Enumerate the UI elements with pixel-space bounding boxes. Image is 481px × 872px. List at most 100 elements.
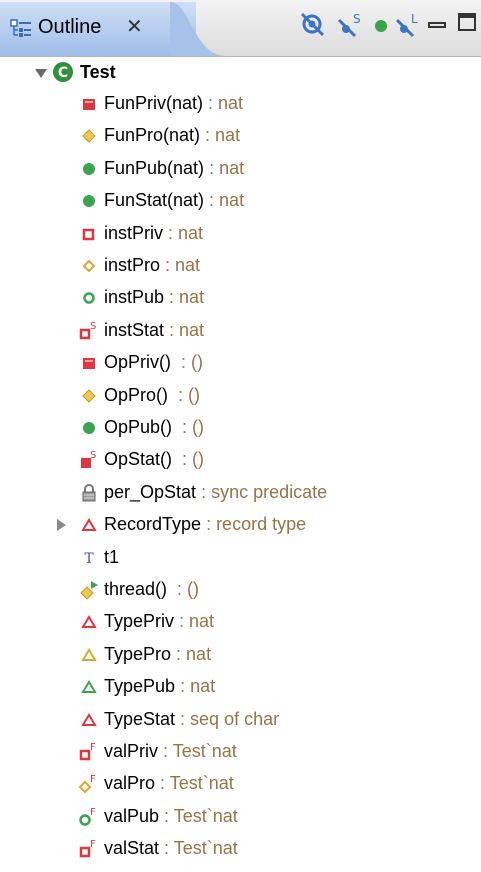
public-instance-variable-icon	[78, 287, 100, 309]
tree-item-label: FunPro(nat) : nat	[104, 124, 240, 146]
tree-item-name: instPriv	[104, 222, 164, 243]
tree-item-name: t1	[104, 546, 120, 567]
tree-item-type: : nat	[171, 643, 212, 664]
tree-item-type: : nat	[164, 319, 205, 340]
tree-item-name: instPro	[104, 255, 161, 275]
tree-item-label: OpPriv() : ()	[104, 351, 203, 373]
tree-item-type: : nat	[163, 222, 204, 243]
protected-type-icon	[78, 644, 100, 666]
tree-item-label: TypePub : nat	[104, 675, 215, 697]
tree-item-name: FunPro(nat)	[104, 125, 201, 146]
private-value-icon: F	[78, 741, 100, 763]
svg-text:F: F	[90, 742, 96, 753]
tree-item-name: TypePriv	[104, 611, 175, 632]
svg-text:S: S	[90, 321, 96, 332]
static-type-icon	[78, 709, 100, 731]
private-function-icon	[78, 93, 100, 115]
tree-item-label: OpStat() : ()	[104, 448, 204, 470]
collapse-toggle-icon[interactable]	[54, 518, 68, 532]
tree-item-name: valStat	[104, 838, 160, 859]
tree-item-label: valStat : Test`nat	[104, 837, 238, 859]
tree-item-name: instPub	[104, 287, 165, 308]
svg-text:F: F	[90, 774, 96, 785]
svg-text:F: F	[90, 839, 96, 850]
tree-item-name: TypePro	[104, 643, 172, 664]
tree-item-label: TypePro : nat	[104, 643, 211, 665]
record-type-icon	[78, 514, 100, 536]
tree-item-label: FunPub(nat) : nat	[104, 157, 244, 179]
tree-item-name: instStat	[104, 319, 165, 340]
tree-item-name: TypeStat	[104, 708, 176, 729]
tree-item-name: per_OpStat	[104, 481, 197, 502]
tree-item-label: instStat : nat	[104, 319, 204, 341]
static-value-icon: F	[78, 838, 100, 860]
outline-tab-title: Outline	[38, 16, 102, 38]
protected-function-icon	[78, 125, 100, 147]
svg-text:F: F	[90, 807, 96, 818]
tree-item-name: valPro	[104, 773, 156, 794]
tree-item-type: : ()	[172, 417, 205, 437]
tree-item-name: OpPro()	[104, 384, 169, 405]
lock-icon	[78, 482, 100, 504]
static-operation-icon: S	[78, 449, 100, 471]
tree-item-name: FunStat(nat)	[104, 190, 205, 211]
outline-icon	[10, 18, 32, 40]
hide-fields-icon[interactable]	[300, 10, 326, 38]
static-instance-variable-icon: S	[78, 320, 100, 342]
tree-item-type: : nat	[160, 255, 201, 275]
tree-item-type: : nat	[203, 93, 244, 113]
tree-item-type: : nat	[204, 190, 245, 211]
tree-item-name: OpStat()	[104, 449, 173, 470]
tree-item-type: : nat	[200, 125, 241, 146]
close-tab-button[interactable]: ✕	[126, 14, 143, 39]
tree-item-type: : record type	[201, 514, 307, 535]
tree-item-type: : Test`nat	[159, 805, 238, 826]
tree-item-label: OpPro() : ()	[104, 384, 200, 406]
tree-item-name: valPub	[104, 805, 160, 826]
tree-item-type: : ()	[172, 449, 205, 470]
tree-item-label: valPriv : Test`nat	[104, 740, 237, 762]
public-value-icon: F	[78, 806, 100, 828]
outline-view-titlebar: Outline ✕ S L	[0, 0, 481, 57]
maximize-button[interactable]	[458, 13, 476, 31]
tree-item-name: OpPub()	[104, 417, 173, 437]
tree-item-label: instPro : nat	[104, 254, 200, 276]
protected-operation-icon	[78, 385, 100, 407]
tree-item-name: thread()	[104, 579, 168, 599]
private-instance-variable-icon	[78, 223, 100, 245]
hide-static-icon[interactable]: S	[336, 10, 362, 38]
tree-item-label: valPub : Test`nat	[104, 805, 238, 827]
public-type-icon	[78, 676, 100, 698]
svg-text:L: L	[411, 12, 418, 26]
public-function-icon	[78, 158, 100, 180]
tree-item-type: : Test`nat	[158, 741, 237, 761]
expand-toggle-icon[interactable]	[34, 66, 48, 80]
tab-curve	[170, 2, 230, 56]
tree-item-label: FunPriv(nat) : nat	[104, 92, 243, 114]
private-type-icon	[78, 611, 100, 633]
tree-item-label: per_OpStat : sync predicate	[104, 481, 327, 503]
tree-item-label: instPub : nat	[104, 286, 204, 308]
tree-item-type: : Test`nat	[159, 838, 238, 859]
tree-item-name: FunPriv(nat)	[104, 93, 204, 113]
tree-item-label: thread() : ()	[104, 578, 199, 600]
minimize-button[interactable]	[428, 22, 446, 28]
tree-item-name: TypePub	[104, 676, 176, 697]
hide-non-public-icon[interactable]	[368, 10, 394, 38]
svg-text:C: C	[58, 65, 68, 81]
tree-item-type: : ()	[167, 579, 200, 599]
tree-item-label: OpPub() : ()	[104, 416, 204, 438]
outline-tab[interactable]: Outline ✕	[0, 2, 196, 56]
tree-item-type: : ()	[171, 352, 203, 373]
trace-icon: T	[78, 547, 100, 569]
tree-item-type: : nat	[175, 676, 216, 697]
tree-item-type: : Test`nat	[155, 773, 234, 794]
thread-icon	[78, 579, 100, 601]
tree-item-type: : ()	[168, 384, 201, 405]
hide-local-types-icon[interactable]: L	[394, 10, 420, 38]
svg-text:T: T	[84, 551, 94, 567]
protected-instance-variable-icon	[78, 255, 100, 277]
tree-item-label: instPriv : nat	[104, 222, 203, 244]
tree-item-type: : nat	[164, 287, 205, 308]
tree-item-label: RecordType : record type	[104, 513, 306, 535]
